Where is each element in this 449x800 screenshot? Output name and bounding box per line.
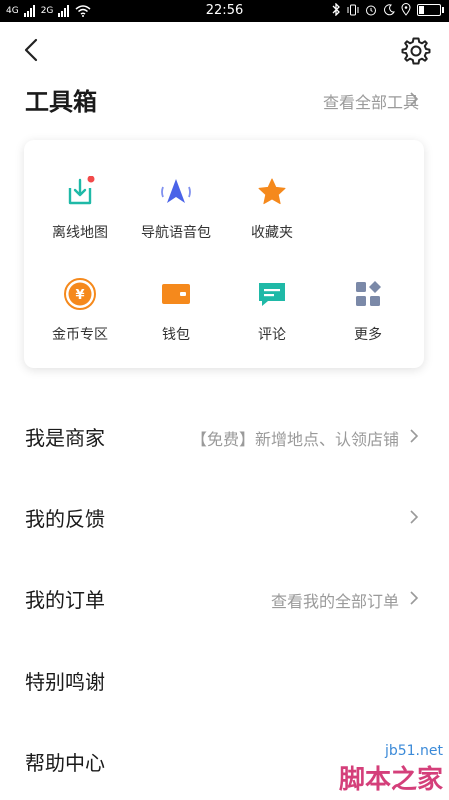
- svg-text:¥: ¥: [75, 288, 84, 303]
- see-all-tools-label: 查看全部工具: [322, 93, 419, 112]
- chevron-right-icon: [410, 510, 419, 524]
- tool-comment[interactable]: 评论: [222, 278, 322, 368]
- menu-row-orders[interactable]: 我的订单 查看我的全部订单: [0, 566, 449, 626]
- toolbox-card: 离线地图 导航语音包 收藏夹 ¥ 金币专区 钱包 评论 更多: [24, 140, 424, 368]
- tool-coin-zone[interactable]: ¥ 金币专区: [30, 278, 130, 368]
- tool-offline-map[interactable]: 离线地图: [30, 176, 130, 266]
- menu-row-merchant[interactable]: 我是商家 【免费】新增地点、认领店铺: [0, 404, 449, 464]
- menu-row-title: 我是商家: [25, 426, 105, 450]
- chevron-right-icon: [410, 429, 419, 443]
- battery-icon: [417, 3, 444, 16]
- back-icon[interactable]: [18, 36, 46, 64]
- gear-icon[interactable]: [401, 36, 431, 66]
- menu-row-subtitle: 查看我的全部订单: [270, 592, 399, 611]
- tool-label: 更多: [354, 327, 382, 343]
- menu-row-title: 我的订单: [25, 588, 105, 612]
- tool-voice-pack[interactable]: 导航语音包: [126, 176, 226, 266]
- chevron-right-icon: [410, 591, 419, 605]
- see-all-tools-link[interactable]: 查看全部工具: [323, 89, 419, 113]
- download-map-icon: [68, 176, 95, 205]
- battery-fill: [419, 5, 425, 14]
- watermark-name: 脚本之家: [338, 765, 443, 795]
- watermark-url: jb51.net: [384, 743, 443, 759]
- tool-label: 导航语音包: [141, 225, 211, 241]
- vibrate-icon: [347, 4, 359, 15]
- menu-row-acknowledgements[interactable]: 特别鸣谢: [0, 648, 449, 708]
- bluetooth-icon: [332, 3, 340, 16]
- menu-row-subtitle: 【免费】新增地点、认领店铺: [190, 430, 399, 449]
- wallet-icon: [162, 284, 190, 304]
- menu-row-title: 特别鸣谢: [25, 670, 105, 694]
- alarm-icon: [366, 5, 376, 15]
- tool-label: 离线地图: [52, 225, 108, 241]
- star-icon: [258, 178, 286, 205]
- tool-label: 评论: [258, 327, 286, 343]
- coin-icon: ¥: [64, 278, 96, 310]
- comment-icon: [259, 283, 285, 306]
- moon-icon: [384, 3, 395, 15]
- location-icon: [401, 3, 411, 16]
- status-right: [332, 3, 444, 16]
- chevron-right-icon[interactable]: [409, 91, 419, 107]
- status-bar: 4G 2G 22:56: [0, 0, 449, 22]
- tool-favorites[interactable]: 收藏夹: [222, 176, 322, 266]
- tool-label: 钱包: [162, 327, 190, 343]
- toolbox-title: 工具箱: [25, 88, 97, 116]
- watermark: jb51.net 脚本之家: [339, 743, 443, 796]
- menu-row-feedback[interactable]: 我的反馈: [0, 485, 449, 545]
- tool-more[interactable]: 更多: [318, 278, 418, 368]
- menu-row-title: 帮助中心: [25, 751, 105, 775]
- navigation-arrow-icon: [161, 179, 191, 203]
- tool-label: 收藏夹: [251, 225, 293, 241]
- tool-label: 金币专区: [52, 327, 108, 343]
- tool-wallet[interactable]: 钱包: [126, 278, 226, 368]
- menu-row-title: 我的反馈: [25, 507, 105, 531]
- more-grid-icon: [356, 281, 381, 306]
